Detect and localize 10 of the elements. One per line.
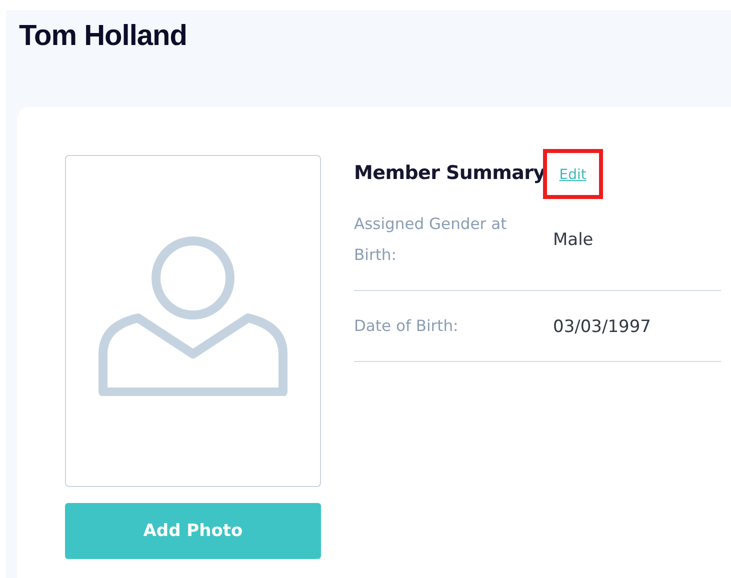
- person-icon: [98, 236, 288, 396]
- highlight-box: [543, 148, 604, 198]
- section-heading: Member Summary: [354, 162, 546, 184]
- field-value: Male: [553, 230, 594, 250]
- field-value: 03/03/1997: [553, 316, 651, 336]
- page-title: Tom Holland: [18, 19, 188, 54]
- field-label: Date of Birth:: [354, 316, 460, 337]
- add-photo-button[interactable]: Add Photo: [65, 503, 321, 559]
- field-label: Assigned Gender at Birth:: [354, 214, 508, 266]
- edit-link[interactable]: Edit: [559, 166, 586, 182]
